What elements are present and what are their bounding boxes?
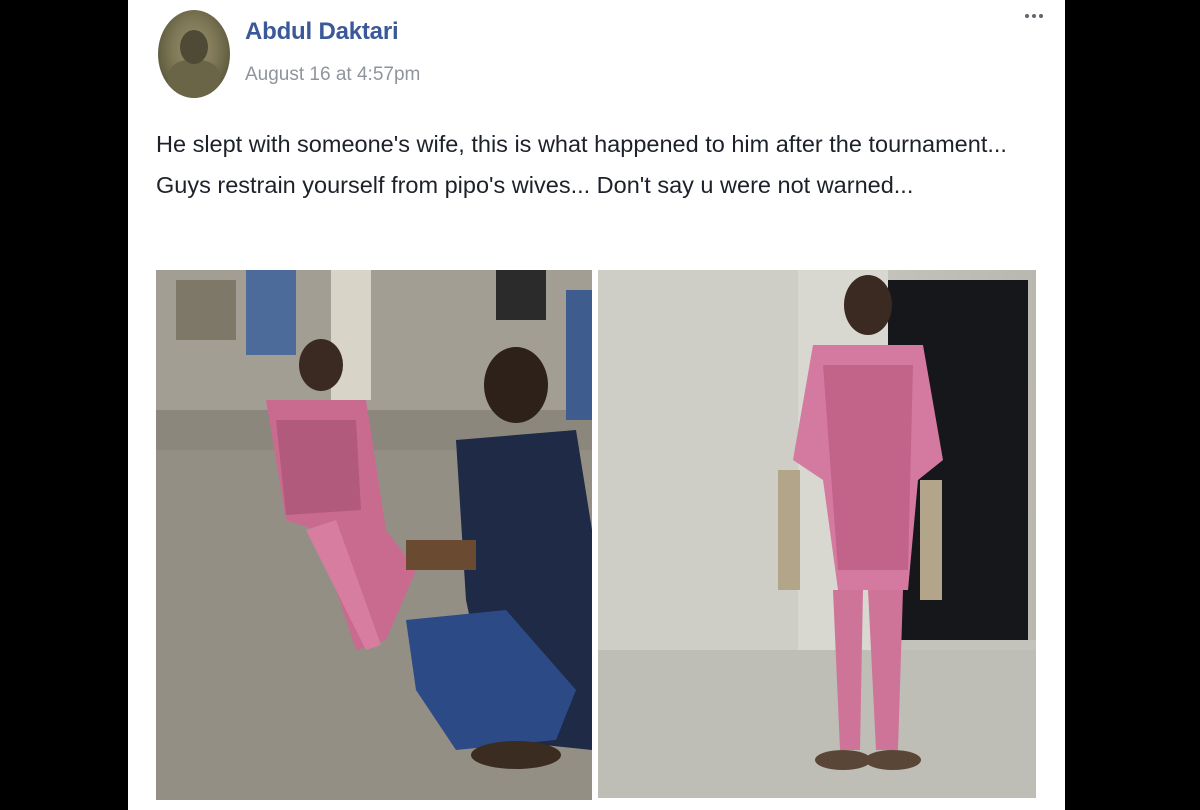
post-card: Abdul Daktari August 16 at 4:57pm He sle… [128, 0, 1065, 810]
author-name[interactable]: Abdul Daktari [245, 18, 399, 46]
more-options-icon[interactable] [1025, 14, 1043, 18]
post-text: He slept with someone's wife, this is wh… [156, 131, 1007, 198]
author-avatar[interactable] [158, 10, 230, 98]
photo-2-illustration [598, 270, 1036, 798]
photo-1-illustration [156, 270, 592, 800]
post-timestamp[interactable]: August 16 at 4:57pm [245, 64, 420, 86]
post-photo-2[interactable] [598, 270, 1036, 798]
post-photo-1[interactable] [156, 270, 592, 800]
